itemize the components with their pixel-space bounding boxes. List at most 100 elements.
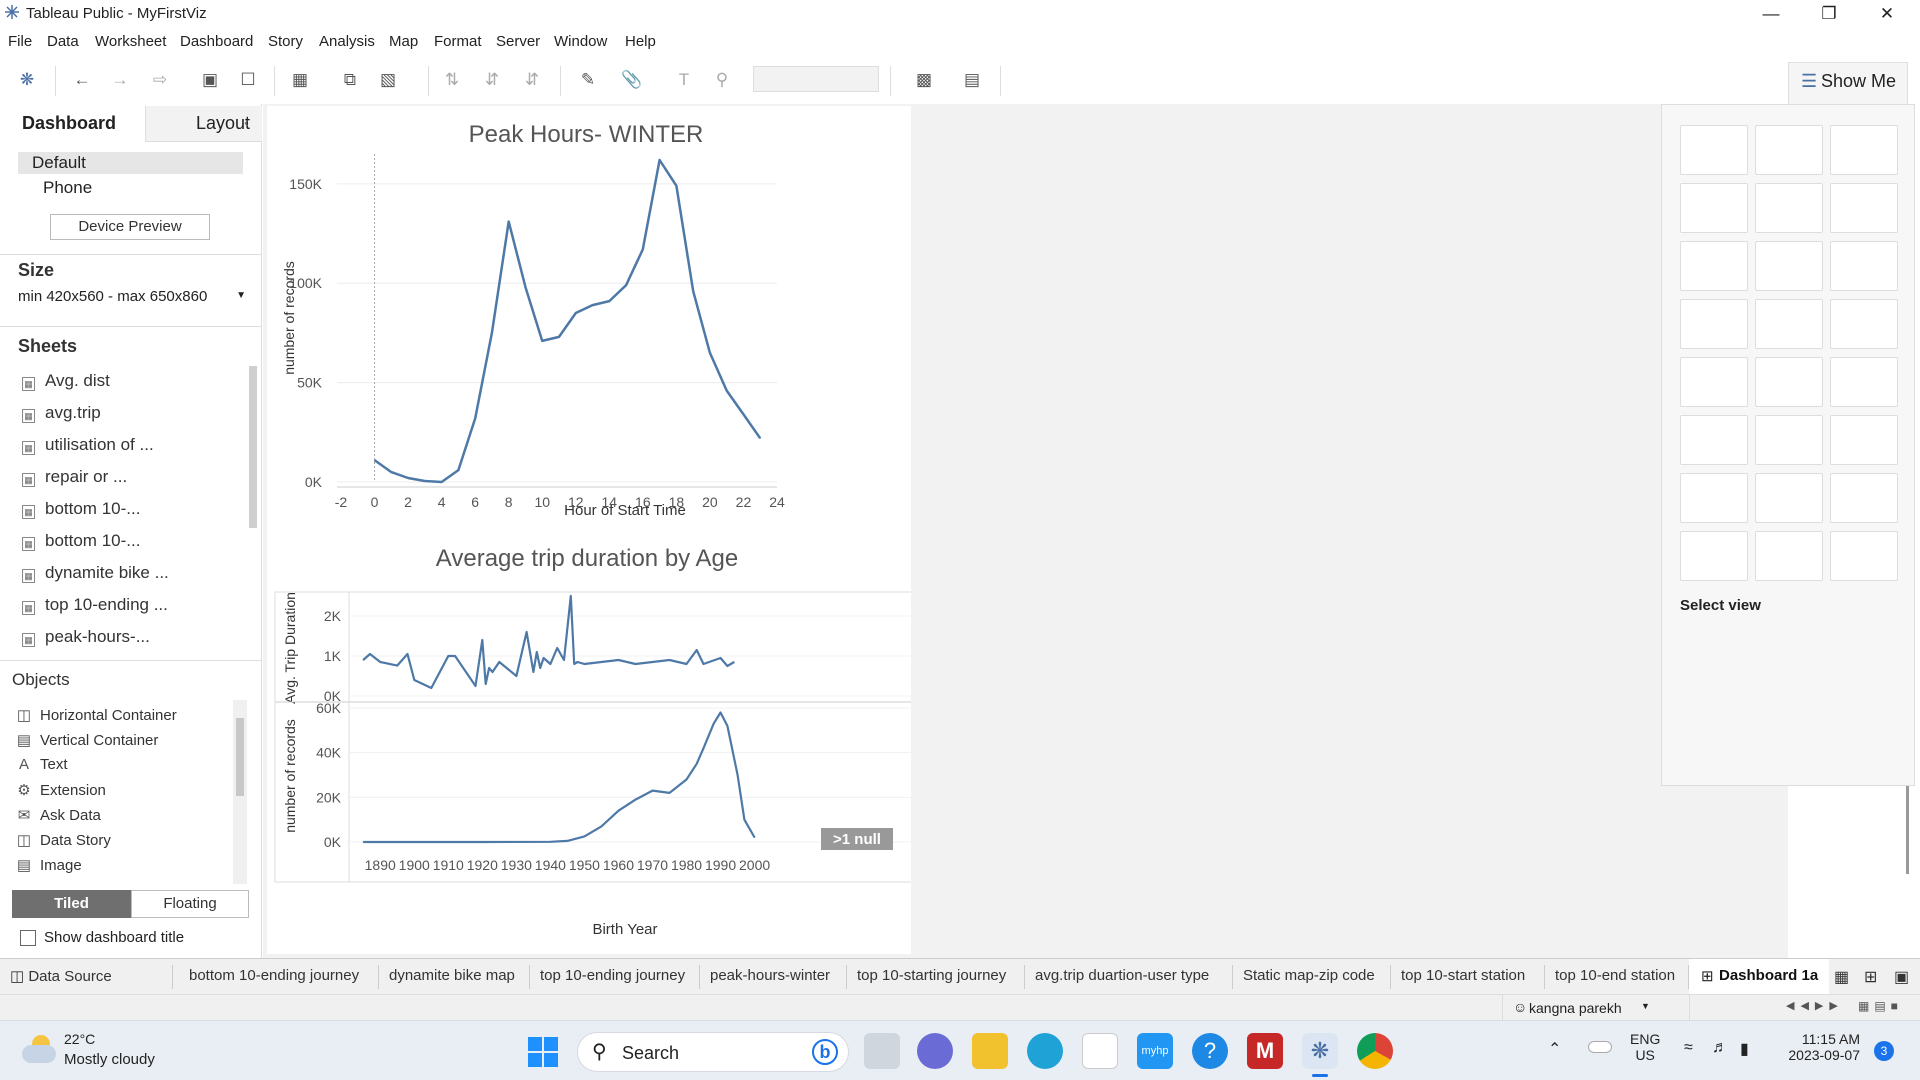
text-table-icon[interactable] [1680,125,1748,175]
peak-hours-chart[interactable]: Peak Hours- WINTER number of records Hou… [267,106,911,536]
highlight-icon[interactable]: ✎ [576,68,600,92]
sheet-item[interactable]: ▦ utilisation of ... [22,434,154,456]
onedrive-icon[interactable] [1588,1041,1612,1053]
sheet-navigation[interactable]: ◀◀▶▶ [1786,999,1844,1012]
object-data-story[interactable]: ◫ Data Story [16,831,111,849]
menu-map[interactable]: Map [389,33,418,50]
device-phone[interactable]: Phone [43,178,92,198]
wifi-icon[interactable]: ≈ [1684,1039,1693,1057]
windows-start-icon[interactable] [528,1037,558,1067]
menu-analysis[interactable]: Analysis [319,33,375,50]
tray-chevron-icon[interactable]: ⌃ [1548,1039,1561,1059]
show-title-checkbox[interactable] [20,930,36,946]
tab-sheet[interactable]: avg.trip duartion-user type [1035,967,1209,989]
discrete-lines-icon[interactable] [1755,357,1823,407]
new-story-tab-icon[interactable]: ▣ [1894,967,1909,989]
tab-sheet[interactable]: dynamite bike map [389,967,515,989]
edge-browser-icon[interactable] [1027,1033,1063,1069]
sheet-item[interactable]: ▦ bottom 10-... [22,530,140,552]
restore-icon[interactable]: ❐ [1800,0,1858,28]
object-horizontal-container[interactable]: ◫ Horizontal Container [16,706,177,724]
objects-scrollbar[interactable] [233,700,247,884]
clock[interactable]: 11:15 AM 2023-09-07 [1776,1031,1860,1063]
pie-chart-icon[interactable] [1830,183,1898,233]
floating-button[interactable]: Floating [131,890,249,918]
tab-sheet[interactable]: Static map-zip code [1243,967,1375,989]
menu-story[interactable]: Story [268,33,303,50]
menu-dashboard[interactable]: Dashboard [180,33,253,50]
menu-data[interactable]: Data [47,33,79,50]
sort-ascending-icon[interactable]: ⇵ [480,68,504,92]
tableau-home-icon[interactable]: ❋ [15,68,39,92]
highlight-table-icon[interactable] [1830,125,1898,175]
filled-map-icon[interactable] [1755,183,1823,233]
close-icon[interactable]: ✕ [1858,0,1916,28]
device-preview-button[interactable]: Device Preview [50,214,210,240]
fit-dropdown[interactable] [753,66,879,92]
object-text[interactable]: A Text [16,756,68,773]
sheet-view-toggles[interactable]: ▦▤■ [1858,999,1903,1013]
new-worksheet-icon[interactable]: ▦ [288,68,312,92]
taskbar-search[interactable]: ⚲ Search b [577,1032,849,1072]
microsoft-store-icon[interactable] [1082,1033,1118,1069]
help-app-icon[interactable]: ? [1192,1033,1228,1069]
scatter-plot-icon[interactable] [1680,473,1748,523]
clear-sheet-icon[interactable]: ▧ [376,68,400,92]
menu-worksheet[interactable]: Worksheet [95,33,166,50]
myhp-icon[interactable]: myhp [1137,1033,1173,1069]
tab-data-source[interactable]: ◫ Data Source [10,967,112,989]
fit-icon[interactable]: ▩ [912,68,936,92]
new-worksheet-tab-icon[interactable]: ▦ [1834,967,1849,989]
menu-window[interactable]: Window [554,33,607,50]
tab-sheet[interactable]: top 10-start station [1401,967,1525,989]
symbol-map-icon[interactable] [1680,183,1748,233]
age-chart[interactable]: Average trip duration by Age Avg. Trip D… [267,536,911,956]
new-datasource-icon[interactable]: ☐ [236,68,260,92]
redo-icon[interactable]: → [108,68,132,92]
file-explorer-icon[interactable] [972,1033,1008,1069]
language-indicator[interactable]: ENG US [1630,1031,1660,1063]
labels-icon[interactable]: T [672,68,696,92]
gantt-chart-icon[interactable] [1680,531,1748,581]
minimize-icon[interactable]: — [1742,0,1800,28]
bullet-graph-icon[interactable] [1755,531,1823,581]
undo-icon[interactable]: ← [70,68,94,92]
object-ask-data[interactable]: ✉ Ask Data [16,806,101,824]
new-dashboard-tab-icon[interactable]: ⊞ [1864,967,1877,989]
scrollbar-thumb[interactable] [236,718,244,796]
heat-map-icon[interactable] [1755,125,1823,175]
collapse-pane-icon[interactable]: ‹ [244,114,249,130]
replay-icon[interactable]: ⇨ [148,68,172,92]
dual-combination-icon[interactable] [1830,415,1898,465]
battery-icon[interactable]: ▮ [1740,1039,1749,1059]
duplicate-sheet-icon[interactable]: ⧉ [338,68,362,92]
menu-help[interactable]: Help [625,33,656,50]
tab-sheet[interactable]: top 10-end station [1555,967,1675,989]
menu-format[interactable]: Format [434,33,482,50]
sheet-item[interactable]: ▦ Avg. dist [22,370,110,392]
presentation-icon[interactable]: ▤ [960,68,984,92]
horizontal-bars-icon[interactable] [1680,241,1748,291]
treemap-icon[interactable] [1680,299,1748,349]
box-whisker-icon[interactable] [1830,473,1898,523]
side-by-side-circles-icon[interactable] [1830,299,1898,349]
menu-file[interactable]: File [8,33,32,50]
task-view-icon[interactable] [864,1033,900,1069]
tiled-button[interactable]: Tiled [12,890,131,918]
pin-icon[interactable]: ⚲ [710,68,734,92]
sheet-item[interactable]: ▦ avg.trip [22,402,101,424]
sheet-item[interactable]: ▦ dynamite bike ... [22,562,169,584]
sheets-scrollbar[interactable] [249,366,257,528]
object-extension[interactable]: ⚙ Extension [16,781,106,799]
histogram-icon[interactable] [1755,473,1823,523]
teams-chat-icon[interactable] [917,1033,953,1069]
volume-icon[interactable]: ♬ [1712,1039,1728,1057]
null-badge-label[interactable]: >1 null [833,831,881,848]
sheet-item[interactable]: ▦ repair or ... [22,466,127,488]
size-dropdown[interactable]: min 420x560 - max 650x860 ▼ [18,288,246,305]
area-discrete-icon[interactable] [1755,415,1823,465]
area-continuous-icon[interactable] [1680,415,1748,465]
dual-lines-icon[interactable] [1830,357,1898,407]
save-icon[interactable]: ▣ [198,68,222,92]
user-menu[interactable]: ☺ kangna parekh ▼ [1502,995,1690,1021]
